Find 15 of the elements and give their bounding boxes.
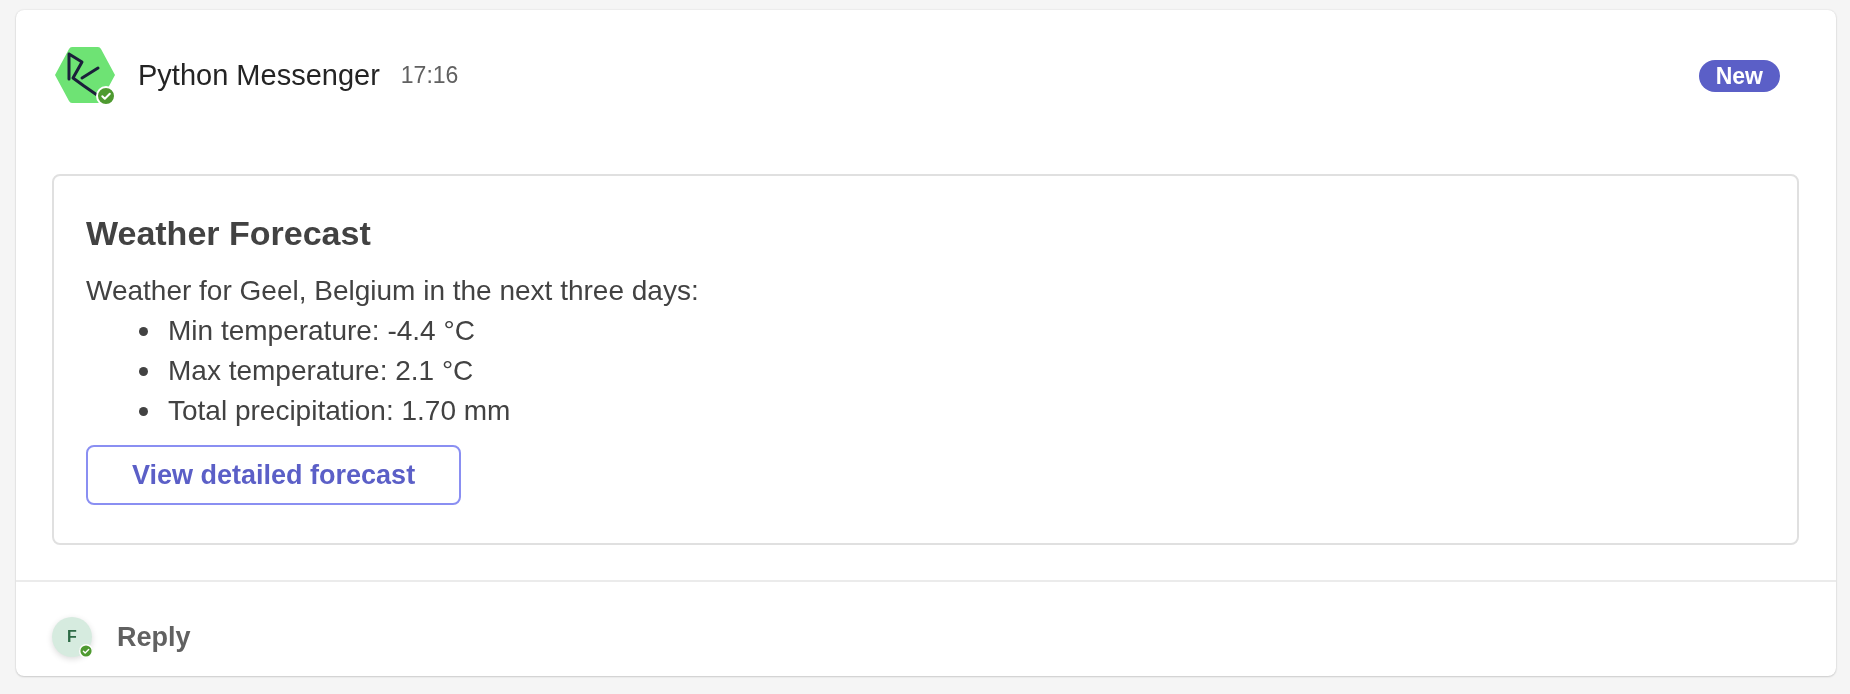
bullet-icon	[139, 366, 148, 376]
bullet-icon	[139, 326, 148, 336]
card-title: Weather Forecast	[86, 213, 371, 254]
card-intro-text: Weather for Geel, Belgium in the next three days:	[86, 274, 699, 308]
message-time: 17:16	[400, 61, 459, 90]
forecast-item: Min temperature: -4.4 °C	[168, 314, 475, 348]
bullet-icon	[139, 406, 148, 416]
reply-button[interactable]: Reply	[117, 619, 191, 655]
user-avatar: F	[52, 617, 92, 657]
forecast-item: Total precipitation: 1.70 mm	[168, 394, 511, 428]
view-forecast-button[interactable]: View detailed forecast	[86, 445, 462, 505]
sender-name: Python Messenger	[138, 58, 380, 93]
forecast-item: Max temperature: 2.1 °C	[168, 354, 474, 388]
hexagon-logo-icon	[53, 46, 117, 104]
new-label: New	[1698, 60, 1780, 92]
